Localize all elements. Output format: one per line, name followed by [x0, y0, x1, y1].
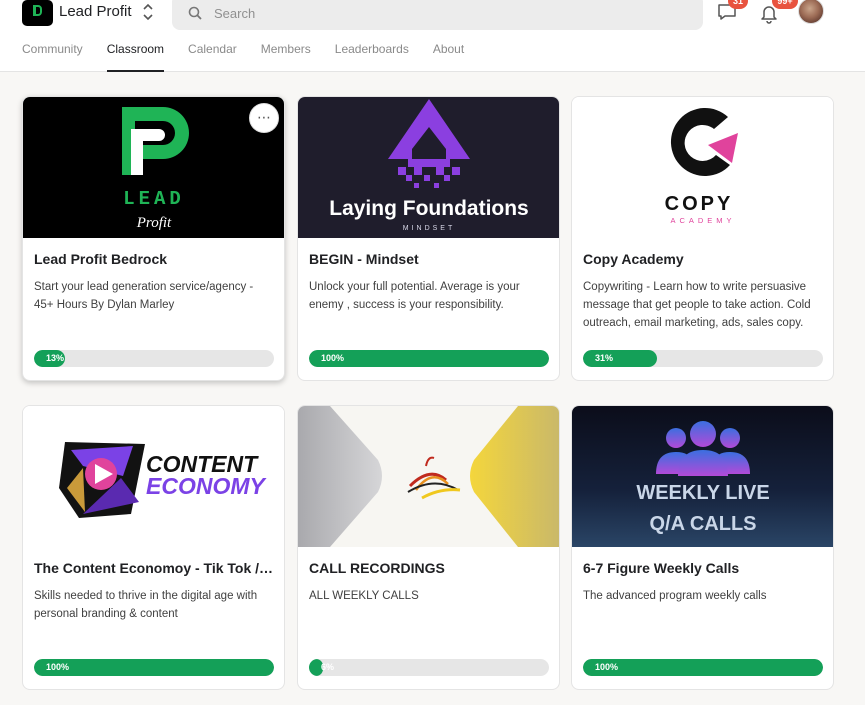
switch-group-icon[interactable] — [141, 1, 155, 23]
course-title: 6-7 Figure Weekly Calls — [583, 560, 740, 576]
progress-label: 13% — [46, 353, 65, 363]
course-card[interactable]: Laying Foundations MINDSET BEGIN - Minds… — [297, 96, 560, 381]
course-title: The Content Economoy - Tik Tok / Instagr… — [34, 560, 274, 576]
avatar[interactable] — [798, 0, 824, 24]
course-description: The advanced program weekly calls — [583, 590, 767, 602]
tab-calendar[interactable]: Calendar — [188, 40, 237, 72]
tab-about[interactable]: About — [433, 40, 464, 72]
progress-label: 100% — [46, 662, 70, 672]
course-thumbnail: CONTENT ECONOMY — [23, 406, 284, 547]
thumb-line1: LEAD — [123, 188, 185, 210]
thumb-line2: ACADEMY — [670, 216, 735, 225]
thumb-line2: ECONOMY — [146, 473, 268, 499]
copy-academy-logo: COPY ACADEMY — [665, 108, 738, 225]
progress-label: 6% — [321, 662, 335, 672]
mindset-logo: Laying Foundations MINDSET — [329, 99, 529, 232]
course-card[interactable]: WEEKLY LIVE Q/A CALLS 6-7 Figure Weekly … — [571, 405, 834, 690]
group-logo-icon[interactable] — [22, 0, 53, 26]
thumb-line1: COPY — [665, 193, 734, 215]
course-thumbnail — [298, 406, 559, 547]
course-thumbnail: WEEKLY LIVE Q/A CALLS — [572, 406, 833, 547]
course-thumbnail: Laying Foundations MINDSET — [298, 97, 559, 238]
tab-classroom[interactable]: Classroom — [106, 40, 165, 72]
progress-bar: 100% — [583, 659, 823, 676]
progress-label: 100% — [321, 353, 345, 363]
progress-label: 31% — [595, 353, 614, 363]
tab-members[interactable]: Members — [261, 40, 311, 72]
course-description: Skills needed to thrive in the digital a… — [34, 590, 258, 620]
course-title: CALL RECORDINGS — [309, 560, 445, 576]
call-recordings-graphic — [298, 406, 559, 547]
thumb-line2: Profit — [136, 215, 172, 231]
search-bar[interactable] — [172, 0, 703, 30]
tab-community[interactable]: Community — [22, 40, 83, 72]
thumb-line1: Laying Foundations — [329, 197, 529, 220]
course-description: Start your lead generation service/agenc… — [34, 281, 254, 311]
progress-bar: 100% — [309, 350, 549, 367]
progress-fill — [34, 659, 274, 676]
tab-leaderboards[interactable]: Leaderboards — [335, 40, 409, 72]
progress-fill — [309, 350, 549, 367]
nav-tabs: Community Classroom Calendar Members Lea… — [22, 40, 488, 72]
course-description: Copywriting - Learn how to write persuas… — [583, 281, 811, 329]
course-thumbnail: LEAD Profit — [23, 97, 284, 238]
course-card[interactable]: LEAD Profit ⋯ Lead Profit Bedrock Start … — [22, 96, 285, 381]
course-card[interactable]: CONTENT ECONOMY The Content Economoy - T… — [22, 405, 285, 690]
chat-badge: 31 — [728, 0, 748, 9]
search-icon — [188, 6, 202, 20]
thumb-line2: MINDSET — [403, 225, 456, 232]
course-description: Unlock your full potential. Average is y… — [309, 281, 520, 311]
notifications-badge: 99+ — [772, 0, 798, 9]
course-card[interactable]: CALL RECORDINGS ALL WEEKLY CALLS 6% — [297, 405, 560, 690]
course-title: BEGIN - Mindset — [309, 251, 419, 267]
course-title: Copy Academy — [583, 251, 684, 267]
thumb-line1: WEEKLY LIVE — [636, 482, 769, 504]
progress-bar: 31% — [583, 350, 823, 367]
course-thumbnail: COPY ACADEMY — [572, 97, 833, 238]
group-name[interactable]: Lead Profit — [59, 3, 132, 20]
progress-bar: 6% — [309, 659, 549, 676]
weekly-calls-logo: WEEKLY LIVE Q/A CALLS — [636, 421, 770, 535]
progress-bar: 13% — [34, 350, 274, 367]
more-options-icon[interactable]: ⋯ — [249, 103, 279, 133]
search-input[interactable] — [214, 4, 684, 22]
course-title: Lead Profit Bedrock — [34, 251, 168, 267]
course-card[interactable]: COPY ACADEMY Copy Academy Copywriting - … — [571, 96, 834, 381]
progress-label: 100% — [595, 662, 619, 672]
lead-profit-logo: LEAD Profit — [122, 107, 189, 231]
progress-bar: 100% — [34, 659, 274, 676]
content-economy-logo: CONTENT ECONOMY — [59, 442, 268, 518]
course-description: ALL WEEKLY CALLS — [309, 590, 419, 602]
progress-fill — [583, 659, 823, 676]
top-bar: Lead Profit 31 99+ Community Classroom C… — [0, 0, 865, 72]
thumb-line2: Q/A CALLS — [649, 513, 756, 535]
